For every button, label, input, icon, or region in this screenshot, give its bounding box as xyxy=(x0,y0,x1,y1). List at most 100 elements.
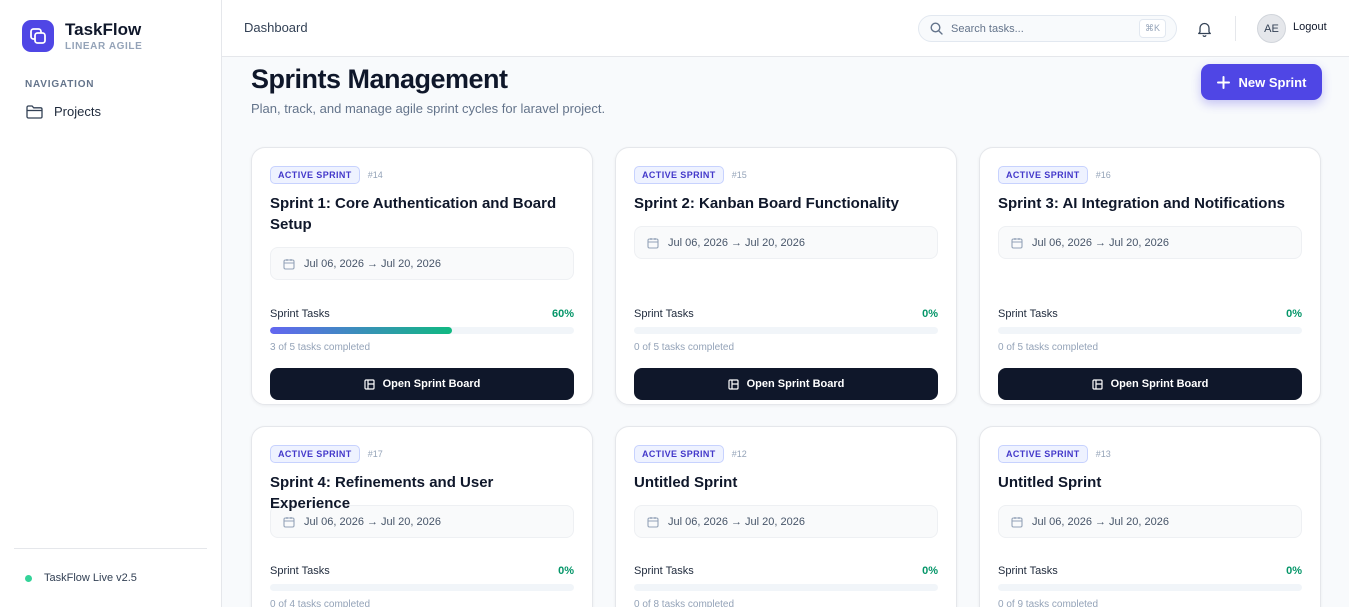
sprint-date-range: Jul 06, 2026 → Jul 20, 2026 xyxy=(304,257,441,270)
sprint-title[interactable]: Untitled Sprint xyxy=(998,472,1302,493)
sidebar-item-projects[interactable]: Projects xyxy=(26,104,221,119)
brand[interactable]: TaskFlow LINEAR AGILE xyxy=(0,0,221,52)
status-badge: ACTIVE SPRINT xyxy=(634,445,724,463)
bell-icon xyxy=(1198,22,1211,37)
brand-subtitle: LINEAR AGILE xyxy=(65,41,143,52)
sprint-title[interactable]: Sprint 2: Kanban Board Functionality xyxy=(634,193,938,214)
topbar-divider xyxy=(1235,16,1236,41)
sprint-card: ACTIVE SPRINT #13 Untitled Sprint Jul 06… xyxy=(979,426,1321,607)
page-title: Sprints Management xyxy=(251,64,508,94)
progress-label: Sprint Tasks xyxy=(270,308,330,320)
search-box[interactable]: ⌘K xyxy=(918,15,1177,42)
progress-bar xyxy=(998,584,1302,591)
live-status-dot xyxy=(25,574,32,582)
status-badge: ACTIVE SPRINT xyxy=(998,166,1088,184)
folder-icon xyxy=(26,104,43,119)
sprint-card: ACTIVE SPRINT #15 Sprint 2: Kanban Board… xyxy=(615,147,957,405)
sprint-dates: Jul 06, 2026 → Jul 20, 2026 xyxy=(634,226,938,259)
tasks-completed-note: 0 of 4 tasks completed xyxy=(270,599,371,607)
sprint-dates: Jul 06, 2026 → Jul 20, 2026 xyxy=(634,505,938,538)
sprint-date-range: Jul 06, 2026 → Jul 20, 2026 xyxy=(1032,236,1169,249)
sprint-id: #14 xyxy=(367,170,383,180)
sprint-date-range: Jul 06, 2026 → Jul 20, 2026 xyxy=(304,515,441,528)
sprint-date-range: Jul 06, 2026 → Jul 20, 2026 xyxy=(1032,515,1169,528)
sprint-id: #16 xyxy=(1095,170,1111,180)
nav-section-label: NAVIGATION xyxy=(25,79,95,90)
new-sprint-label: New Sprint xyxy=(1238,74,1307,90)
sidebar-item-label: Projects xyxy=(54,104,101,119)
progress-percent: 0% xyxy=(922,565,938,577)
notifications-button[interactable] xyxy=(1197,21,1212,42)
progress-percent: 0% xyxy=(558,565,574,577)
progress-percent: 0% xyxy=(1286,308,1302,320)
calendar-icon xyxy=(283,516,295,528)
calendar-icon xyxy=(1011,237,1023,249)
main-content: Dashboard ⌘K AE Logout Sprints Managemen… xyxy=(222,0,1349,607)
sprint-title[interactable]: Sprint 1: Core Authentication and Board … xyxy=(270,193,574,235)
sidebar: TaskFlow LINEAR AGILE NAVIGATION Project… xyxy=(0,0,222,607)
calendar-icon xyxy=(1011,516,1023,528)
sprint-title[interactable]: Sprint 3: AI Integration and Notificatio… xyxy=(998,193,1302,214)
progress-bar xyxy=(270,584,574,591)
progress-bar xyxy=(634,584,938,591)
progress-fill xyxy=(270,327,453,334)
topbar: Dashboard ⌘K AE Logout xyxy=(222,0,1349,57)
progress-percent: 0% xyxy=(922,308,938,320)
open-sprint-board-label: Open Sprint Board xyxy=(382,378,481,390)
status-badge: ACTIVE SPRINT xyxy=(998,445,1088,463)
new-sprint-button[interactable]: New Sprint xyxy=(1201,64,1322,100)
sprint-dates: Jul 06, 2026 → Jul 20, 2026 xyxy=(998,226,1302,259)
sprint-id: #17 xyxy=(367,449,383,459)
progress-label: Sprint Tasks xyxy=(634,308,694,320)
tasks-completed-note: 3 of 5 tasks completed xyxy=(270,342,371,353)
open-sprint-board-button[interactable]: Open Sprint Board xyxy=(270,368,574,400)
version-label: TaskFlow Live v2.5 xyxy=(44,572,137,584)
progress-label: Sprint Tasks xyxy=(270,565,330,577)
calendar-icon xyxy=(283,258,295,270)
progress-percent: 60% xyxy=(551,308,574,320)
progress-bar xyxy=(270,327,574,334)
brand-name: TaskFlow xyxy=(65,20,142,39)
status-badge: ACTIVE SPRINT xyxy=(270,445,360,463)
breadcrumb[interactable]: Dashboard xyxy=(244,20,308,35)
page-subtitle: Plan, track, and manage agile sprint cyc… xyxy=(251,101,606,116)
board-icon xyxy=(1092,378,1103,390)
sprint-date-range: Jul 06, 2026 → Jul 20, 2026 xyxy=(668,515,805,528)
sprint-dates: Jul 06, 2026 → Jul 20, 2026 xyxy=(270,247,574,280)
app: TaskFlow LINEAR AGILE NAVIGATION Project… xyxy=(0,0,1349,607)
tasks-completed-note: 0 of 5 tasks completed xyxy=(998,342,1099,353)
search-icon xyxy=(930,22,943,35)
sprint-id: #13 xyxy=(1095,449,1111,459)
sprint-id: #15 xyxy=(731,170,747,180)
open-sprint-board-label: Open Sprint Board xyxy=(1110,378,1209,390)
sprint-date-range: Jul 06, 2026 → Jul 20, 2026 xyxy=(668,236,805,249)
sprint-title[interactable]: Untitled Sprint xyxy=(634,472,938,493)
tasks-completed-note: 0 of 9 tasks completed xyxy=(998,599,1099,607)
sprint-id: #12 xyxy=(731,449,747,459)
progress-bar xyxy=(998,327,1302,334)
tasks-completed-note: 0 of 5 tasks completed xyxy=(634,342,735,353)
sprint-card: ACTIVE SPRINT #17 Sprint 4: Refinements … xyxy=(251,426,593,607)
open-sprint-board-button[interactable]: Open Sprint Board xyxy=(998,368,1302,400)
tasks-completed-note: 0 of 8 tasks completed xyxy=(634,599,735,607)
progress-bar xyxy=(634,327,938,334)
board-icon xyxy=(728,378,739,390)
calendar-icon xyxy=(647,516,659,528)
progress-percent: 0% xyxy=(1286,565,1302,577)
status-badge: ACTIVE SPRINT xyxy=(270,166,360,184)
taskflow-logo-icon xyxy=(22,20,54,52)
search-shortcut-hint: ⌘K xyxy=(1138,19,1166,38)
sprint-card: ACTIVE SPRINT #12 Untitled Sprint Jul 06… xyxy=(615,426,957,607)
search-input[interactable] xyxy=(951,22,1131,35)
calendar-icon xyxy=(647,237,659,249)
progress-label: Sprint Tasks xyxy=(998,565,1058,577)
board-icon xyxy=(364,378,375,390)
logout-button[interactable]: Logout xyxy=(1293,21,1327,33)
open-sprint-board-button[interactable]: Open Sprint Board xyxy=(634,368,938,400)
status-badge: ACTIVE SPRINT xyxy=(634,166,724,184)
sprint-card: ACTIVE SPRINT #16 Sprint 3: AI Integrati… xyxy=(979,147,1321,405)
sprint-title[interactable]: Sprint 4: Refinements and User Experienc… xyxy=(270,472,574,512)
user-avatar[interactable]: AE xyxy=(1257,14,1286,43)
progress-label: Sprint Tasks xyxy=(998,308,1058,320)
sidebar-footer: TaskFlow Live v2.5 xyxy=(14,548,207,607)
